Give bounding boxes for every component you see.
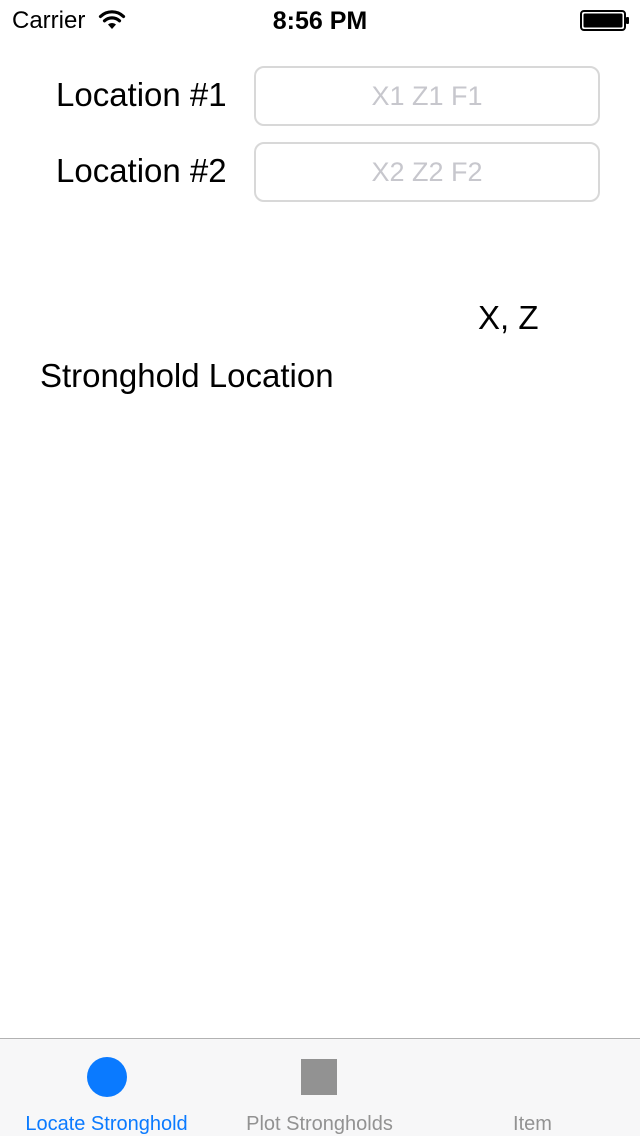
tab-plot-strongholds[interactable]: Plot Strongholds (213, 1039, 426, 1136)
tab-locate-stronghold[interactable]: Locate Stronghold (0, 1039, 213, 1136)
square-icon (301, 1059, 337, 1095)
location2-label: Location #2 (56, 152, 227, 189)
stronghold-coordinates: X, Z (478, 299, 539, 336)
circle-icon (87, 1057, 127, 1097)
location1-input[interactable] (254, 66, 600, 126)
tab-label: Item (513, 1113, 552, 1135)
location1-label: Location #1 (56, 76, 227, 113)
status-time: 8:56 PM (272, 7, 368, 35)
tab-item[interactable]: Item (426, 1039, 639, 1136)
stronghold-location-label: Stronghold Location (40, 357, 334, 394)
tab-label: Locate Stronghold (25, 1113, 188, 1135)
tab-label: Plot Strongholds (246, 1113, 393, 1135)
tab-bar: Locate Stronghold Plot Strongholds Item (0, 1038, 640, 1136)
battery-icon (580, 10, 629, 31)
app-screen: Carrier 8:56 PM Location #1 Location #2 … (0, 0, 640, 1136)
location2-input[interactable] (254, 142, 600, 202)
status-bar: Carrier 8:56 PM (0, 0, 640, 40)
